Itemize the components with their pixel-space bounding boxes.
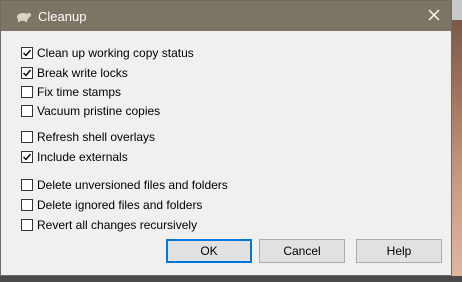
cleanup-dialog: Cleanup Clean up working copy status Bre… — [0, 0, 452, 276]
checkmark-icon — [23, 49, 32, 57]
option-vacuum-pristine-copies[interactable]: Vacuum pristine copies — [21, 103, 160, 119]
checkbox[interactable] — [21, 151, 33, 163]
option-fix-time-stamps[interactable]: Fix time stamps — [21, 84, 121, 100]
checkbox[interactable] — [21, 199, 33, 211]
option-clean-up-working-copy-status[interactable]: Clean up working copy status — [21, 45, 194, 61]
cancel-button[interactable]: Cancel — [259, 239, 345, 263]
close-icon — [428, 9, 440, 24]
option-label: Revert all changes recursively — [37, 218, 198, 232]
checkbox[interactable] — [21, 67, 33, 79]
dialog-title: Cleanup — [38, 9, 87, 24]
option-label: Delete ignored files and folders — [37, 198, 203, 212]
title-bar[interactable]: Cleanup — [1, 1, 451, 31]
option-delete-ignored[interactable]: Delete ignored files and folders — [21, 197, 202, 213]
checkmark-icon — [23, 153, 32, 161]
checkbox[interactable] — [21, 131, 33, 143]
checkbox[interactable] — [21, 105, 33, 117]
option-label: Include externals — [37, 150, 128, 164]
background-photo-right — [452, 20, 462, 282]
option-delete-unversioned[interactable]: Delete unversioned files and folders — [21, 177, 228, 193]
option-label: Clean up working copy status — [37, 46, 194, 60]
help-button[interactable]: Help — [356, 239, 442, 263]
checkbox[interactable] — [21, 219, 33, 231]
option-label: Vacuum pristine copies — [37, 104, 161, 118]
tortoise-icon — [14, 8, 32, 24]
option-include-externals[interactable]: Include externals — [21, 149, 128, 165]
option-refresh-shell-overlays[interactable]: Refresh shell overlays — [21, 129, 155, 145]
option-label: Delete unversioned files and folders — [37, 178, 228, 192]
background-taskbar-edge — [0, 276, 462, 282]
option-label: Refresh shell overlays — [37, 130, 156, 144]
ok-button[interactable]: OK — [166, 239, 252, 263]
checkbox[interactable] — [21, 179, 33, 191]
checkbox[interactable] — [21, 86, 33, 98]
close-button[interactable] — [417, 1, 451, 31]
option-label: Fix time stamps — [37, 85, 122, 99]
checkbox[interactable] — [21, 47, 33, 59]
option-label: Break write locks — [37, 66, 128, 80]
checkmark-icon — [23, 69, 32, 77]
option-break-write-locks[interactable]: Break write locks — [21, 65, 128, 81]
option-revert-all-changes[interactable]: Revert all changes recursively — [21, 217, 197, 233]
